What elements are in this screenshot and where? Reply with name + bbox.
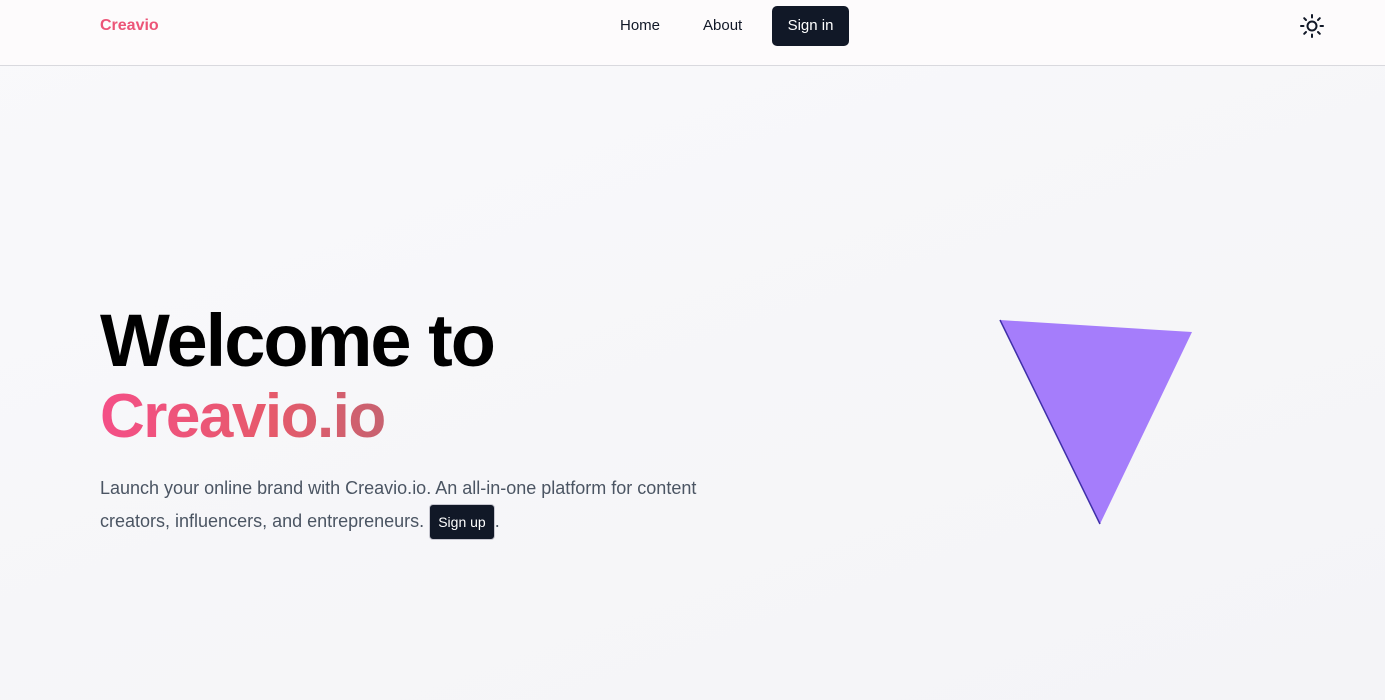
theme-toggle-button[interactable] <box>1298 12 1326 40</box>
top-navbar: Creavio Home About Sign in <box>0 0 1385 66</box>
hero-description-text: Launch your online brand with Creavio.io… <box>100 478 697 531</box>
hero-trailing-period: . <box>494 510 500 531</box>
hero-title: Welcome to <box>100 299 496 382</box>
signup-button[interactable]: Sign up <box>429 504 495 540</box>
sun-icon <box>1300 14 1324 38</box>
signin-button[interactable]: Sign in <box>772 6 849 46</box>
triangle-shape <box>1000 320 1192 524</box>
hero-brand-name: Creavio.io <box>100 380 386 454</box>
hero-description: Launch your online brand with Creavio.io… <box>100 472 700 540</box>
nav-link-about[interactable]: About <box>703 16 742 36</box>
nav-link-home[interactable]: Home <box>620 16 660 36</box>
brand-logo-link[interactable]: Creavio <box>100 16 159 36</box>
hero-triangle-graphic <box>999 319 1192 525</box>
